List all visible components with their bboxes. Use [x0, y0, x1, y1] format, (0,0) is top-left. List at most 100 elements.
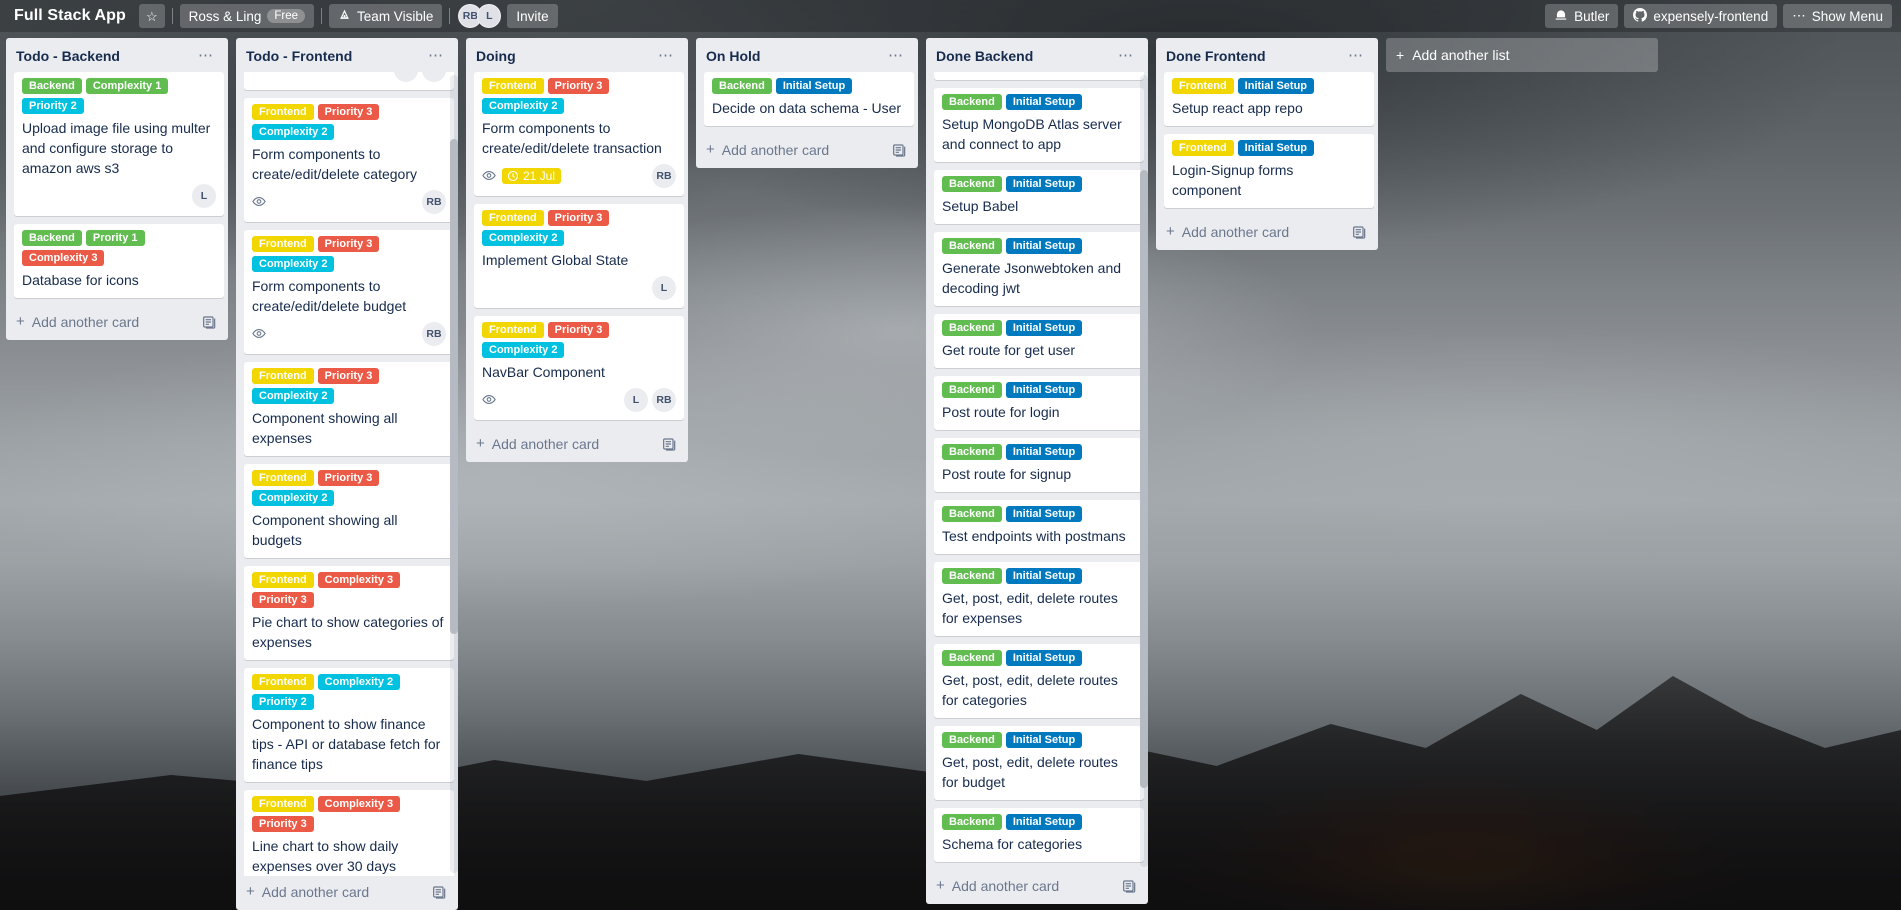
- list-scrollbar[interactable]: [450, 75, 458, 873]
- label-badge[interactable]: Priority 3: [317, 236, 380, 252]
- butler-button[interactable]: Butler: [1545, 4, 1619, 28]
- label-badge[interactable]: Complexity 2: [252, 256, 335, 272]
- card[interactable]: Backend Initial Setup Setup Babel: [934, 170, 1144, 224]
- label-badge[interactable]: Priority 2: [252, 694, 314, 710]
- card-template-icon[interactable]: [202, 314, 218, 330]
- label-badge[interactable]: Initial Setup: [1005, 382, 1083, 398]
- scrollbar-thumb[interactable]: [1140, 170, 1148, 788]
- card-list[interactable]: Frontend Priority 3 Complexity 2 Form compo…: [466, 72, 688, 428]
- label-badge[interactable]: Backend: [942, 94, 1002, 110]
- list-title[interactable]: Todo - Frontend: [246, 48, 422, 64]
- label-badge[interactable]: Priority 3: [317, 104, 380, 120]
- label-badge[interactable]: Complexity 2: [252, 388, 335, 404]
- list-menu-button[interactable]: ⋯: [192, 48, 220, 63]
- card-list[interactable]: Backend Initial Setup Decide on data schem…: [696, 72, 918, 134]
- card[interactable]: Frontend Priority 3 Complexity 2 NavBar Com…: [474, 316, 684, 420]
- label-badge[interactable]: Frontend: [1172, 140, 1234, 156]
- avatar[interactable]: [422, 72, 446, 82]
- avatar[interactable]: L: [477, 4, 502, 28]
- label-badge[interactable]: Initial Setup: [1237, 140, 1315, 156]
- card[interactable]: Backend Initial Setup Decide on data schem…: [704, 72, 914, 126]
- card[interactable]: Backend Initial Setup Get, post, edit, del…: [934, 562, 1144, 636]
- card[interactable]: Frontend Initial Setup Setup react app rep…: [1164, 72, 1374, 126]
- add-card-button[interactable]: + Add another card: [696, 134, 918, 168]
- label-badge[interactable]: Complexity 2: [482, 342, 565, 358]
- card[interactable]: Backend Initial Setup Post route for login: [934, 376, 1144, 430]
- avatar[interactable]: RB: [652, 388, 676, 412]
- label-badge[interactable]: Backend: [942, 176, 1002, 192]
- card[interactable]: Frontend Priority 3 Complexity 2 Form compo…: [244, 230, 454, 354]
- label-badge[interactable]: Backend: [942, 320, 1002, 336]
- add-card-button[interactable]: + Add another card: [926, 870, 1148, 904]
- scrollbar-thumb[interactable]: [450, 138, 458, 634]
- label-badge[interactable]: Complexity 1: [85, 78, 169, 94]
- card[interactable]: Frontend Complexity 3 Priority 3 Line chart…: [244, 790, 454, 876]
- label-badge[interactable]: Frontend: [482, 322, 544, 338]
- list-menu-button[interactable]: ⋯: [1342, 48, 1370, 63]
- label-badge[interactable]: Complexity 3: [317, 572, 401, 588]
- add-card-button[interactable]: + Add another card: [466, 428, 688, 462]
- label-badge[interactable]: Initial Setup: [1005, 506, 1083, 522]
- label-badge[interactable]: Backend: [942, 732, 1002, 748]
- label-badge[interactable]: Initial Setup: [1005, 238, 1083, 254]
- card[interactable]: Frontend Initial Setup Login-Signup forms …: [1164, 134, 1374, 208]
- add-card-button[interactable]: + Add another card: [6, 306, 228, 340]
- label-badge[interactable]: Initial Setup: [1005, 320, 1083, 336]
- label-badge[interactable]: Priority 3: [547, 210, 610, 226]
- label-badge[interactable]: Initial Setup: [1005, 444, 1083, 460]
- card[interactable]: Backend Complexity 1 Priority 2 Upload imag…: [14, 72, 224, 216]
- label-badge[interactable]: Frontend: [482, 210, 544, 226]
- label-badge[interactable]: Frontend: [1172, 78, 1234, 94]
- card[interactable]: Frontend Priority 3 Complexity 2 Form compo…: [474, 72, 684, 196]
- label-badge[interactable]: Frontend: [252, 572, 314, 588]
- label-badge[interactable]: Complexity 3: [317, 796, 401, 812]
- team-name-button[interactable]: Ross & Ling Free: [179, 4, 315, 28]
- list-title[interactable]: Done Backend: [936, 48, 1112, 64]
- card-template-icon[interactable]: [1352, 224, 1368, 240]
- card[interactable]: Backend Initial Setup Get, post, edit, del…: [934, 644, 1144, 718]
- card-template-icon[interactable]: [662, 436, 678, 452]
- label-badge[interactable]: Complexity 3: [22, 250, 105, 266]
- card-list[interactable]: Backend Complexity 1 Priority 2 Upload imag…: [6, 72, 228, 306]
- card[interactable]: Backend Initial Setup Schema for categorie…: [934, 808, 1144, 862]
- label-badge[interactable]: Complexity 2: [482, 230, 565, 246]
- card-list[interactable]: Setup express app repoBackendInitial Set…: [926, 72, 1148, 870]
- label-badge[interactable]: Priority 3: [547, 322, 610, 338]
- label-badge[interactable]: Initial Setup: [1005, 814, 1083, 830]
- avatar[interactable]: L: [652, 276, 676, 300]
- card[interactable]: Frontend Complexity 2 Priority 2 Component …: [244, 668, 454, 782]
- add-card-button[interactable]: + Add another card: [236, 876, 458, 910]
- label-badge[interactable]: Frontend: [252, 796, 314, 812]
- list-menu-button[interactable]: ⋯: [652, 48, 680, 63]
- add-card-button[interactable]: + Add another card: [1156, 216, 1378, 250]
- label-badge[interactable]: Initial Setup: [1005, 94, 1083, 110]
- list-menu-button[interactable]: ⋯: [422, 48, 450, 63]
- card-template-icon[interactable]: [892, 142, 908, 158]
- label-badge[interactable]: Backend: [942, 444, 1002, 460]
- label-badge[interactable]: Priority 3: [317, 470, 380, 486]
- card[interactable]: Backend Initial Setup Post route for signu…: [934, 438, 1144, 492]
- label-badge[interactable]: Priority 3: [547, 78, 610, 94]
- label-badge[interactable]: Initial Setup: [775, 78, 853, 94]
- card[interactable]: Frontend Priority 3 Complexity 2 Implement …: [474, 204, 684, 308]
- label-badge[interactable]: Initial Setup: [1005, 176, 1083, 192]
- card[interactable]: Backend Initial Setup Generate Jsonwebtoke…: [934, 232, 1144, 306]
- label-badge[interactable]: Frontend: [252, 674, 314, 690]
- list-menu-button[interactable]: ⋯: [882, 48, 910, 63]
- label-badge[interactable]: Frontend: [252, 104, 314, 120]
- label-badge[interactable]: Complexity 2: [252, 124, 335, 140]
- card-list[interactable]: Frontend Initial Setup Setup react app rep…: [1156, 72, 1378, 216]
- label-badge[interactable]: Backend: [22, 78, 82, 94]
- add-list-button[interactable]: + Add another list: [1386, 38, 1658, 72]
- card-list[interactable]: Frontend Priority 3 Complexity 2 Form compo…: [236, 72, 458, 876]
- list-title[interactable]: On Hold: [706, 48, 882, 64]
- card-template-icon[interactable]: [432, 884, 448, 900]
- card[interactable]: Backend Initial Setup Setup MongoDB Atlas …: [934, 88, 1144, 162]
- card[interactable]: Backend Initial Setup Test endpoints with …: [934, 500, 1144, 554]
- card[interactable]: [244, 72, 454, 90]
- label-badge[interactable]: Initial Setup: [1237, 78, 1315, 94]
- avatar[interactable]: L: [192, 184, 216, 208]
- card[interactable]: Backend Initial Setup Get, post, edit, del…: [934, 726, 1144, 800]
- github-powerup-button[interactable]: expensely-frontend: [1624, 4, 1778, 28]
- list-scrollbar[interactable]: [1140, 75, 1148, 867]
